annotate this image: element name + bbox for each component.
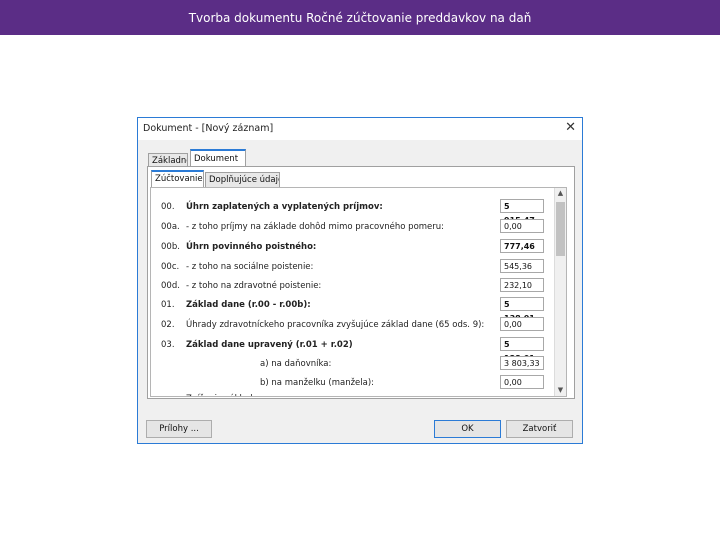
document-dialog: Dokument - [Nový záznam] ✕ Základné Doku… xyxy=(137,117,583,444)
row-value-field[interactable]: 0,00 xyxy=(500,375,544,389)
tab-doplnujuce-udaje[interactable]: Doplňujúce údaje xyxy=(205,172,280,187)
close-button[interactable]: Zatvoriť xyxy=(506,420,573,438)
row-label: Základ dane (r.00 - r.00b): xyxy=(186,300,311,310)
row-label: - z toho príjmy na základe dohôd mimo pr… xyxy=(186,222,445,232)
zuctovanie-panel: 00. Úhrn zaplatených a vyplatených príjmo… xyxy=(150,187,567,397)
row-code: 00. xyxy=(161,202,175,212)
dialog-title-bar: Dokument - [Nový záznam] ✕ xyxy=(138,118,582,140)
row-value-field[interactable]: 3 803,33 xyxy=(500,356,544,370)
row-value-field[interactable]: 232,10 xyxy=(500,278,544,292)
slide-title-bar: Tvorba dokumentu Ročné zúčtovanie predda… xyxy=(0,0,720,35)
tab-dokument[interactable]: Dokument xyxy=(190,149,246,167)
scroll-up-icon[interactable]: ▲ xyxy=(555,188,566,199)
row-value-field[interactable]: 0,00 xyxy=(500,219,544,233)
tab-doplnujuce-label: Doplňujúce údaje xyxy=(209,175,280,185)
row-value-field[interactable]: 777,46 xyxy=(500,239,544,253)
row-code: 02. xyxy=(161,320,175,330)
attachments-button-label: Prílohy ... xyxy=(159,424,199,434)
row-value-field[interactable]: 545,36 xyxy=(500,259,544,273)
row-code: 03. xyxy=(161,340,175,350)
row-label: Úhrady zdravotníckeho pracovníka zvyšujú… xyxy=(186,320,485,330)
ok-button[interactable]: OK xyxy=(434,420,501,438)
tab-zakladne[interactable]: Základné xyxy=(148,153,188,167)
row-label: b) na manželku (manžela): xyxy=(260,378,375,388)
row-value-field[interactable]: 0,00 xyxy=(500,317,544,331)
tab-zakladne-label: Základné xyxy=(152,156,188,166)
close-icon[interactable]: ✕ xyxy=(565,118,576,138)
row-code: 00a. xyxy=(161,222,180,232)
scroll-thumb[interactable] xyxy=(556,202,565,256)
tab-dokument-label: Dokument xyxy=(194,154,239,164)
scroll-down-icon[interactable]: ▼ xyxy=(555,385,566,396)
row-label: a) na daňovníka: xyxy=(260,359,332,369)
row-code: 00d. xyxy=(161,281,180,291)
ok-button-label: OK xyxy=(461,424,474,434)
row-label: Základ dane upravený (r.01 + r.02) xyxy=(186,340,353,350)
dialog-title: Dokument - [Nový záznam] xyxy=(143,123,274,134)
row-value-field[interactable]: 5 138,01 xyxy=(500,297,544,323)
row-value-field[interactable]: 5 915,47 xyxy=(500,199,544,225)
attachments-button[interactable]: Prílohy ... xyxy=(146,420,212,438)
tab-zuctovanie[interactable]: Zúčtovanie xyxy=(151,170,204,187)
row-value-field[interactable]: 5 138,01 xyxy=(500,337,544,363)
row-label: Zníženie základu xyxy=(186,394,258,396)
vertical-scrollbar[interactable]: ▲ ▼ xyxy=(554,188,566,396)
close-button-label: Zatvoriť xyxy=(522,424,557,434)
row-label: - z toho na sociálne poistenie: xyxy=(186,262,314,272)
tab-zuctovanie-label: Zúčtovanie xyxy=(155,174,203,184)
row-code: 01. xyxy=(161,300,175,310)
row-label: Úhrn zaplatených a vyplatených príjmov: xyxy=(186,202,383,212)
row-label: Úhrn povinného poistného: xyxy=(186,242,317,252)
slide-title: Tvorba dokumentu Ročné zúčtovanie predda… xyxy=(188,11,532,25)
row-code: 00b. xyxy=(161,242,180,252)
row-label: - z toho na zdravotné poistenie: xyxy=(186,281,322,291)
row-code: 00c. xyxy=(161,262,180,272)
